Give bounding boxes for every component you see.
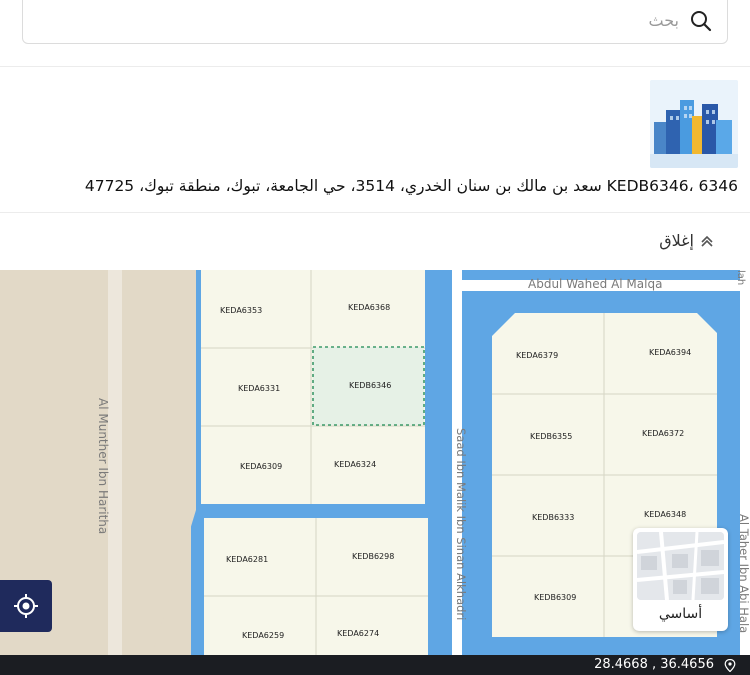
basemap-label: أساسي <box>658 606 703 622</box>
my-location-button[interactable] <box>0 580 52 632</box>
parcel-label: KEDA6372 <box>642 429 685 438</box>
close-label: إغلاق <box>659 231 694 250</box>
parcel-label: KEDB6355 <box>530 432 573 441</box>
parcel-label: KEDA6259 <box>242 631 285 640</box>
street-label-middle: Saad Ibn Malik Ibn Sinan Alkhadri <box>454 428 468 621</box>
parcel-label: KEDA6353 <box>220 306 263 315</box>
basemap-preview <box>637 532 724 600</box>
street-label-top: Abdul Wahed Al Malqa <box>528 277 663 291</box>
parcel-label: KEDB6333 <box>532 513 575 522</box>
parcel-label: KEDB6309 <box>534 593 577 602</box>
parcel-label: KEDA6281 <box>226 555 269 564</box>
parcel-selected-label[interactable]: KEDB6346 <box>349 381 391 390</box>
coordinate-bar: 28.4668 , 36.4656 <box>0 655 750 675</box>
parcel-label: KEDB6298 <box>352 552 395 561</box>
basemap-toggle[interactable]: أساسي <box>633 528 728 631</box>
parcel-label: KEDA6394 <box>649 348 692 357</box>
address-text: KEDB6346، 6346 سعد بن مالك بن سنان الخدر… <box>84 177 738 195</box>
search-icon[interactable] <box>689 9 713 33</box>
parcel-label: KEDA6324 <box>334 460 377 469</box>
location-info-panel: KEDB6346، 6346 سعد بن مالك بن سنان الخدر… <box>0 66 750 212</box>
street-label-corner: lah <box>735 270 746 286</box>
coordinates-text: 28.4668 , 36.4656 <box>594 657 714 672</box>
parcel-label: KEDA6309 <box>240 462 283 471</box>
street-label-right: Al Taher Ibn Abi Hala <box>737 514 750 634</box>
building-thumbnail <box>650 80 738 168</box>
parcel-label: KEDA6331 <box>238 384 281 393</box>
parcel-label: KEDA6274 <box>337 629 380 638</box>
crosshair-icon <box>14 594 38 618</box>
search-box[interactable] <box>22 0 728 44</box>
street-label-left: Al Munther Ibn Haritha <box>96 398 110 535</box>
parcel-label: KEDA6348 <box>644 510 687 519</box>
close-row: إغلاق <box>0 212 750 270</box>
search-input[interactable] <box>79 5 679 35</box>
close-button[interactable]: إغلاق <box>659 231 714 250</box>
location-pin-icon <box>724 659 736 672</box>
chevron-up-icon <box>701 235 713 247</box>
parcel-label: KEDA6379 <box>516 351 559 360</box>
search-bar <box>0 0 750 66</box>
parcel-label: KEDA6368 <box>348 303 391 312</box>
